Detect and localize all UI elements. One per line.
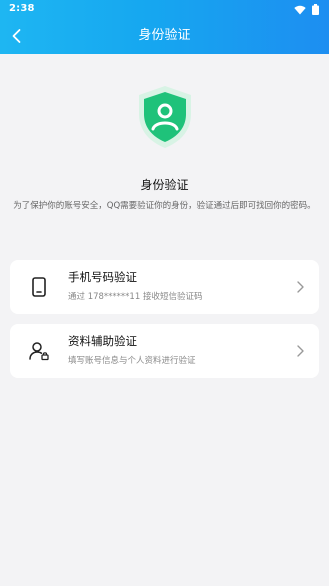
hero-icon-wrap — [0, 84, 329, 150]
wifi-icon — [294, 5, 306, 14]
status-time: 2:38 — [9, 3, 35, 14]
option-subtitle: 通过 178******11 接收短信验证码 — [68, 292, 203, 302]
nav-bar: 身份验证 — [0, 18, 329, 54]
shield-user-icon — [138, 86, 191, 148]
page-title-bar: 身份验证 — [138, 28, 191, 43]
hero-description: 为了保护你的账号安全，QQ需要验证你的身份，验证通过后即可找回你的密码。 — [13, 201, 316, 211]
battery-icon — [312, 4, 319, 15]
status-bar: 2:38 — [0, 0, 329, 18]
phone-icon — [32, 277, 46, 297]
option-title: 手机号码验证 — [68, 270, 137, 284]
status-icons — [294, 4, 319, 15]
chevron-right-icon — [297, 281, 304, 293]
header: 2:38 身份验证 — [0, 0, 329, 54]
hero-title: 身份验证 — [140, 178, 189, 192]
chevron-right-icon — [297, 345, 304, 357]
user-profile-icon — [29, 342, 49, 361]
option-subtitle: 填写账号信息与个人资料进行验证 — [68, 356, 196, 366]
phone-verify-option[interactable]: 手机号码验证 通过 178******11 接收短信验证码 — [10, 260, 319, 314]
option-title: 资料辅助验证 — [68, 334, 137, 348]
profile-verify-option[interactable]: 资料辅助验证 填写账号信息与个人资料进行验证 — [10, 324, 319, 378]
